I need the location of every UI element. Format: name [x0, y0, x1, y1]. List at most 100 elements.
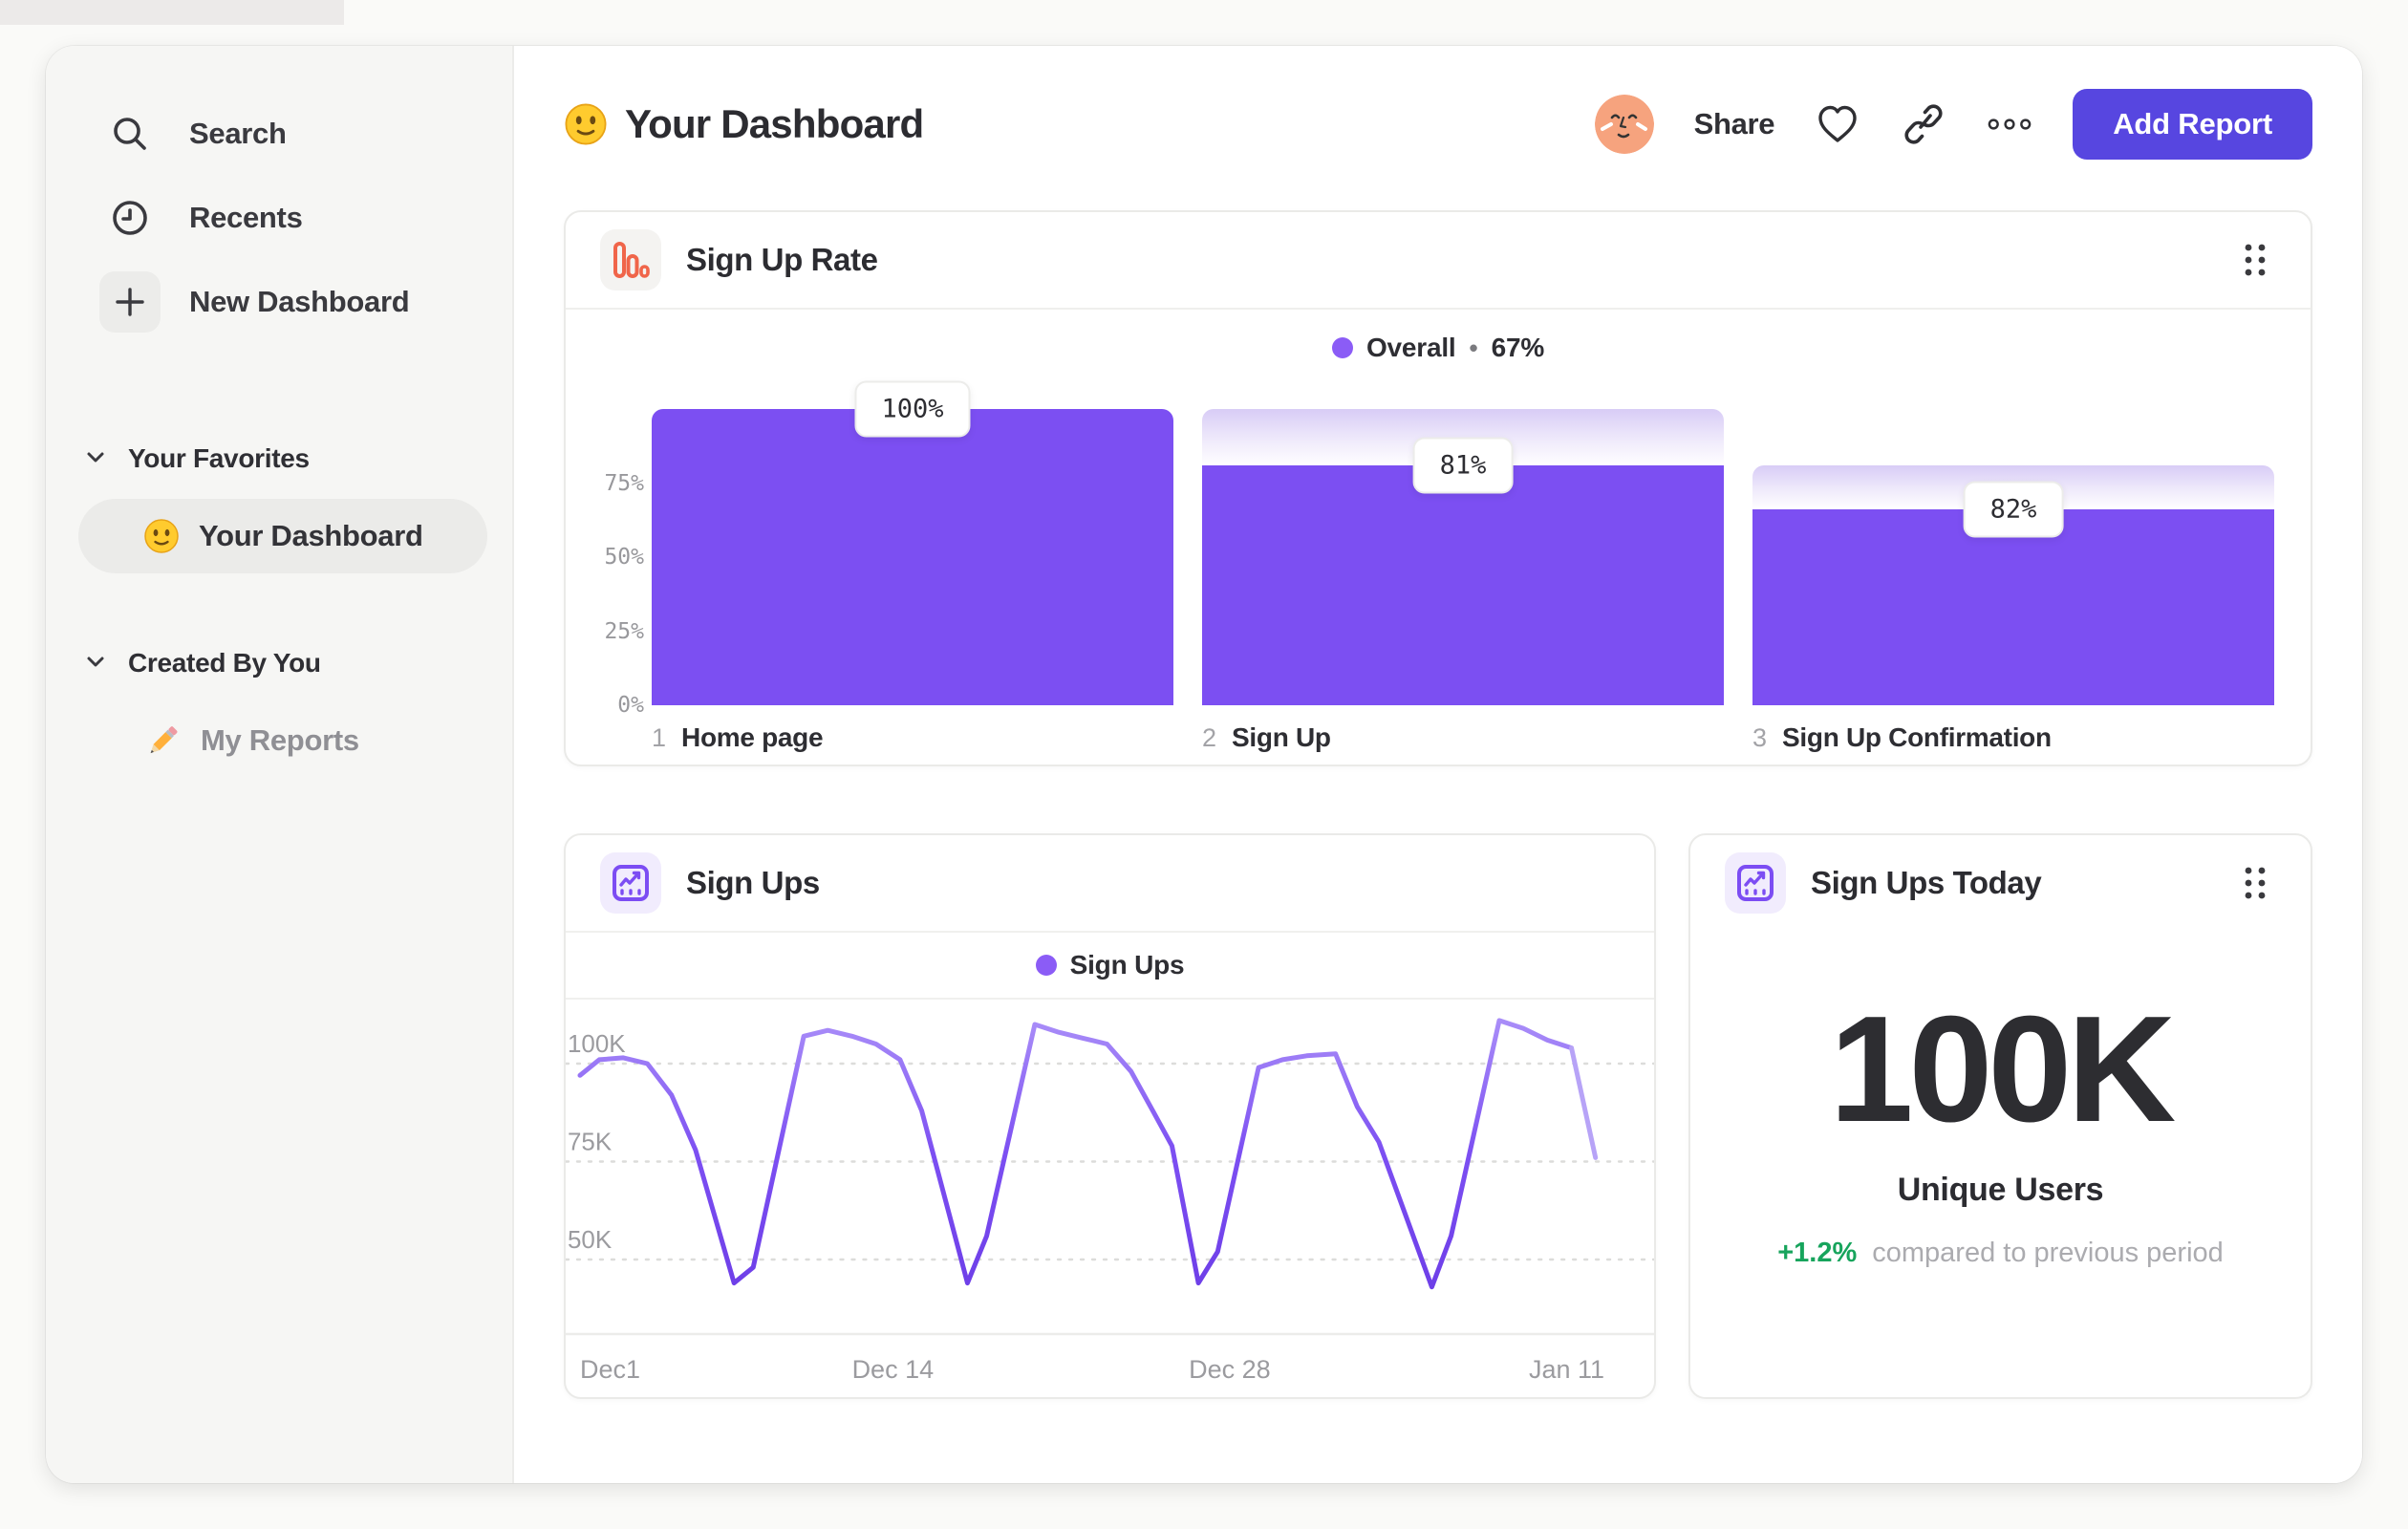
line-legend[interactable]: Sign Ups — [566, 931, 1654, 1000]
funnel-step-label: 3 Sign Up Confirmation — [1752, 722, 2274, 753]
funnel-y-tick: 75% — [604, 470, 644, 496]
line-y-tick: 75K — [568, 1127, 613, 1155]
copy-link-icon[interactable] — [1901, 101, 1946, 147]
created-by-you-section-header[interactable]: Created By You — [78, 636, 487, 690]
smiley-emoji — [143, 518, 180, 554]
stat-body: 100K Unique Users +1.2% compared to prev… — [1690, 931, 2311, 1269]
page-title: Your Dashboard — [625, 101, 924, 146]
legend-series-name: Overall — [1365, 333, 1456, 362]
line-x-tick: Dec 14 — [851, 1355, 935, 1384]
share-button[interactable]: Share — [1694, 107, 1775, 141]
legend-series-name: Sign Ups — [1069, 950, 1185, 980]
funnel-step-column: 81% — [1202, 409, 1724, 705]
conversion-badge: 82% — [1963, 481, 2064, 538]
funnel-step-labels: 1 Home page 2 Sign Up 3 Sign Up Confirmation — [566, 705, 2311, 753]
sidebar-item-label: Your Dashboard — [199, 519, 423, 552]
funnel-chart-icon — [600, 229, 661, 291]
add-report-button[interactable]: Add Report — [2073, 89, 2312, 160]
sidebar-item-recents[interactable]: Recents — [78, 176, 487, 260]
line-chart-svg: 100K 75K 50K — [564, 1018, 1656, 1336]
sign-ups-card: Sign Ups Sign Ups 100K 75K 50K Dec1 Dec 14 D… — [564, 833, 1656, 1399]
funnel-y-tick: 50% — [604, 545, 644, 570]
stat-delta-note: compared to previous period — [1872, 1238, 2224, 1268]
background-window-edge — [0, 0, 344, 25]
funnel-bars: 100% 81% 82% — [652, 380, 2274, 705]
funnel-y-tick: 0% — [617, 693, 644, 718]
sign-up-rate-card: Sign Up Rate Overall • 67% 75% 50% 25% 0% 1… — [564, 210, 2312, 766]
sign-ups-today-card: Sign Ups Today 100K Unique Users +1.2% c… — [1688, 833, 2312, 1399]
sidebar-item-label: Recents — [189, 201, 303, 234]
pencil-emoji — [143, 721, 182, 760]
chevron-down-icon — [84, 650, 107, 678]
sidebar: Search Recents New Dashboard Your Favori… — [46, 46, 514, 1483]
favorite-heart-icon[interactable] — [1815, 101, 1860, 147]
sidebar-item-label: Search — [189, 117, 287, 150]
drag-handle-icon[interactable] — [2234, 862, 2276, 904]
funnel-y-tick: 25% — [604, 618, 644, 644]
stat-value: 100K — [1829, 985, 2177, 1153]
line-x-axis-labels: Dec1 Dec 14 Dec 28 Jan 11 — [566, 1347, 1654, 1397]
sidebar-item-label: My Reports — [201, 723, 359, 757]
legend-overall-value: 67% — [1491, 333, 1545, 362]
line-y-tick: 50K — [568, 1225, 613, 1254]
card-title: Sign Ups — [686, 865, 820, 900]
bottom-row: Sign Ups Sign Ups 100K 75K 50K Dec1 Dec 14 D… — [564, 833, 2312, 1399]
clock-icon — [99, 187, 161, 248]
line-plot: 100K 75K 50K — [564, 1000, 1656, 1347]
more-options-icon[interactable] — [1987, 101, 2032, 147]
sidebar-item-search[interactable]: Search — [78, 92, 487, 176]
sign-ups-line — [577, 1018, 1575, 1290]
legend-dot — [1035, 955, 1057, 976]
main-content: Your Dashboard Share Add Report Sign Up … — [514, 46, 2362, 1483]
funnel-bar[interactable] — [1752, 509, 2274, 705]
sidebar-item-label: New Dashboard — [189, 285, 410, 318]
sign-ups-line-incomplete — [1569, 1045, 1599, 1160]
plus-icon — [99, 271, 161, 333]
funnel-chart: 75% 50% 25% 0% 100% 81% 82% — [566, 380, 2311, 719]
step-number: 2 — [1202, 723, 1217, 752]
line-chart-icon — [1725, 852, 1786, 914]
line-x-tick: Dec 28 — [1189, 1355, 1271, 1384]
legend-separator: • — [1469, 333, 1478, 362]
funnel-step-column: 82% — [1752, 409, 2274, 705]
sidebar-item-your-dashboard[interactable]: Your Dashboard — [78, 499, 487, 573]
conversion-badge: 81% — [1412, 437, 1514, 494]
step-number: 3 — [1752, 723, 1768, 752]
sidebar-section-favorites: Your Favorites Your Dashboard — [78, 432, 487, 573]
card-title: Sign Up Rate — [686, 242, 878, 277]
card-title: Sign Ups Today — [1811, 865, 2042, 900]
funnel-bar[interactable] — [1202, 464, 1724, 705]
step-name: Sign Up Confirmation — [1782, 722, 2052, 752]
sidebar-item-new-dashboard[interactable]: New Dashboard — [78, 260, 487, 344]
step-number: 1 — [652, 723, 667, 752]
funnel-step-label: 1 Home page — [652, 722, 1173, 753]
step-name: Home page — [681, 722, 824, 752]
sidebar-section-created-by-you: Created By You My Reports — [78, 636, 487, 778]
avatar[interactable] — [1594, 95, 1654, 154]
chevron-down-icon — [84, 445, 107, 473]
search-icon — [99, 103, 161, 164]
legend-dot — [1331, 337, 1353, 358]
conversion-badge: 100% — [854, 380, 971, 438]
favorites-section-header[interactable]: Your Favorites — [78, 432, 487, 485]
line-x-tick: Dec1 — [579, 1355, 640, 1384]
funnel-step-label: 2 Sign Up — [1202, 722, 1724, 753]
stat-unit-label: Unique Users — [1897, 1172, 2104, 1208]
app-window: Search Recents New Dashboard Your Favori… — [46, 46, 2362, 1483]
section-title: Your Favorites — [128, 443, 310, 473]
section-title: Created By You — [128, 648, 321, 678]
funnel-step-column: 100% — [652, 380, 1173, 705]
funnel-bar[interactable] — [652, 409, 1173, 705]
smiley-emoji — [564, 102, 608, 146]
drag-handle-icon[interactable] — [2234, 239, 2276, 281]
page-header: Your Dashboard Share Add Report — [564, 88, 2312, 161]
line-chart-icon — [600, 852, 661, 914]
line-x-tick: Jan 11 — [1528, 1355, 1604, 1384]
step-name: Sign Up — [1232, 722, 1331, 752]
funnel-y-axis: 75% 50% 25% 0% — [602, 409, 652, 719]
header-actions: Share Add Report — [1594, 89, 2312, 160]
stat-delta: +1.2% — [1777, 1238, 1858, 1268]
sidebar-item-my-reports[interactable]: My Reports — [78, 703, 487, 778]
line-y-tick: 100K — [568, 1029, 626, 1058]
funnel-legend[interactable]: Overall • 67% — [566, 310, 2311, 386]
